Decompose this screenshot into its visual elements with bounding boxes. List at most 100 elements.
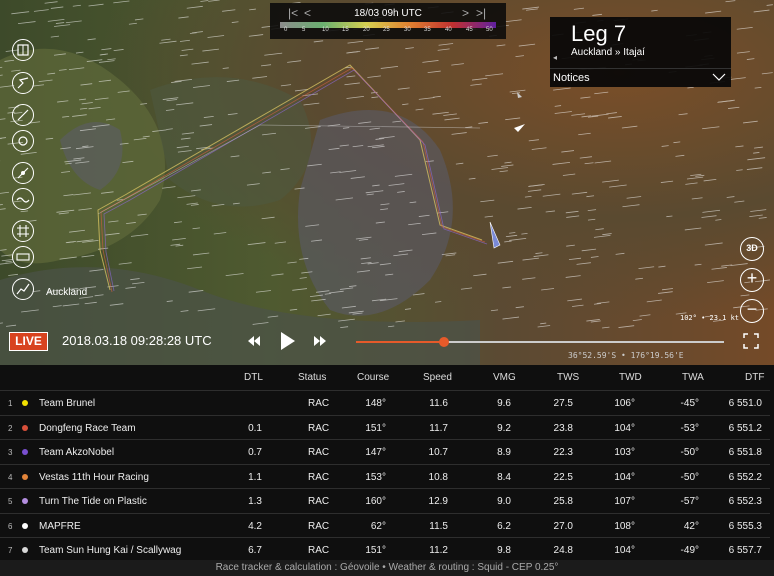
wind-streak (455, 162, 464, 165)
wind-streak (592, 13, 603, 16)
table-row[interactable]: 1 Team Brunel RAC 148° 11.6 9.6 27.5 106° -45° 6 … (0, 390, 770, 415)
cell-tws: 22.3 (553, 447, 573, 458)
wind-streak (490, 309, 499, 312)
col-course[interactable]: Course (357, 372, 389, 383)
zoom-out-button[interactable]: − (740, 299, 764, 323)
wind-streak (661, 145, 669, 147)
wind-streak (521, 232, 528, 235)
wind-streak (701, 215, 717, 218)
ruler-icon[interactable] (12, 246, 34, 268)
cell-tws: 27.5 (553, 398, 573, 409)
wind-streak (593, 234, 611, 238)
wind-streak (531, 147, 547, 150)
wind-streak (249, 8, 256, 11)
wind-streak (200, 0, 209, 2)
playback-progress[interactable] (356, 337, 724, 347)
race-map[interactable]: |< < 18/03 09h UTC > >| 0 5 10 15 20 25 … (0, 0, 774, 365)
wind-streak (580, 96, 591, 99)
table-row[interactable]: 7 Team Sun Hung Kai / Scallywag 6.7 RAC 151°… (0, 537, 770, 562)
wind-streak (522, 277, 536, 280)
col-tws[interactable]: TWS (557, 372, 579, 383)
play-icon[interactable] (278, 331, 298, 351)
cell-vmg: 9.8 (497, 545, 511, 556)
wind-streak (187, 266, 203, 270)
cell-twd: 106° (614, 398, 635, 409)
col-vmg[interactable]: VMG (493, 372, 516, 383)
rank-number: 1 (8, 399, 13, 408)
wind-streak (707, 280, 724, 284)
col-twd[interactable]: TWD (619, 372, 642, 383)
boat-icon[interactable] (12, 130, 34, 152)
cell-vmg: 9.2 (497, 422, 511, 434)
col-dtl[interactable]: DTL (244, 372, 263, 383)
wind-streak (540, 322, 547, 325)
wind-streak (313, 40, 324, 43)
fast-forward-icon[interactable] (312, 331, 328, 351)
wind-streak (571, 113, 586, 116)
wind-streak (211, 204, 225, 207)
wind-streak (734, 200, 745, 203)
wind-streak (162, 186, 176, 189)
cell-twa: -50° (680, 471, 699, 483)
cell-twd: 104° (614, 471, 635, 483)
cell-twd: 107° (614, 496, 635, 507)
scale-label: 25 (383, 27, 390, 33)
wind-streak (691, 197, 703, 200)
wave-icon[interactable] (12, 188, 34, 210)
col-dtf[interactable]: DTF (745, 372, 764, 383)
collapse-icon[interactable]: ◂ (553, 53, 557, 62)
fullscreen-icon[interactable] (743, 333, 759, 349)
wind-streak (695, 174, 705, 177)
zoom-in-button[interactable]: + (740, 268, 764, 292)
cell-dtl: 1.1 (248, 471, 262, 483)
route-icon[interactable] (12, 72, 34, 94)
cell-vmg: 8.9 (497, 447, 511, 458)
cell-dtf: 6 551.2 (728, 422, 762, 434)
cell-status: RAC (308, 471, 330, 483)
last-step-icon[interactable]: >| (476, 6, 486, 20)
wind-streak (703, 179, 717, 182)
wind-streak (766, 4, 773, 6)
cell-twd: 104° (614, 545, 635, 556)
wind-icon[interactable] (12, 162, 34, 184)
wind-streak (690, 173, 702, 177)
cell-course: 62° (370, 520, 386, 532)
3d-button[interactable]: 3D (740, 237, 764, 261)
wind-streak (175, 244, 184, 247)
wind-streak (346, 95, 364, 99)
wind-streak (192, 252, 210, 256)
compass-icon[interactable] (12, 104, 34, 126)
wind-streak (485, 73, 504, 77)
live-button[interactable]: LIVE (9, 332, 48, 351)
table-row[interactable]: 4 Vestas 11th Hour Racing 1.1 RAC 153° 10.8 8.… (0, 463, 770, 489)
wind-streak (88, 3, 104, 7)
wind-streak (566, 215, 580, 218)
rank-number: 4 (8, 472, 13, 482)
wind-streak (515, 55, 524, 58)
book-icon[interactable] (12, 39, 34, 61)
rewind-icon[interactable] (246, 331, 262, 351)
wind-streak (554, 111, 572, 114)
col-twa[interactable]: TWA (682, 372, 704, 383)
wind-streak (402, 103, 409, 106)
col-speed[interactable]: Speed (423, 372, 452, 383)
wind-streak (565, 210, 579, 214)
table-row[interactable]: 3 Team AkzoNobel 0.7 RAC 147° 10.7 8.9 22.3 103°… (0, 439, 770, 464)
table-row[interactable]: 6 MAPFRE 4.2 RAC 62° 11.5 6.2 27.0 108° 42° 6 555.… (0, 512, 770, 538)
notices-dropdown[interactable]: Notices (550, 68, 731, 87)
col-status[interactable]: Status (298, 372, 326, 383)
graph-icon[interactable] (12, 278, 34, 300)
grid-icon[interactable] (12, 220, 34, 242)
wind-streak (484, 215, 494, 218)
wind-streak (186, 202, 198, 205)
wind-streak (65, 20, 82, 24)
wind-streak (303, 102, 320, 106)
table-row[interactable]: 5 Turn The Tide on Plastic 1.3 RAC 160° 12.9 9… (0, 488, 770, 513)
wind-streak (740, 294, 750, 297)
wind-streak (646, 299, 662, 303)
wind-streak (590, 320, 601, 323)
wind-streak (207, 35, 225, 38)
wind-streak (609, 184, 627, 188)
table-row[interactable]: 2 Dongfeng Race Team 0.1 RAC 151° 11.7 9.2 23.8… (0, 414, 770, 440)
next-step-icon[interactable]: > (462, 6, 469, 20)
